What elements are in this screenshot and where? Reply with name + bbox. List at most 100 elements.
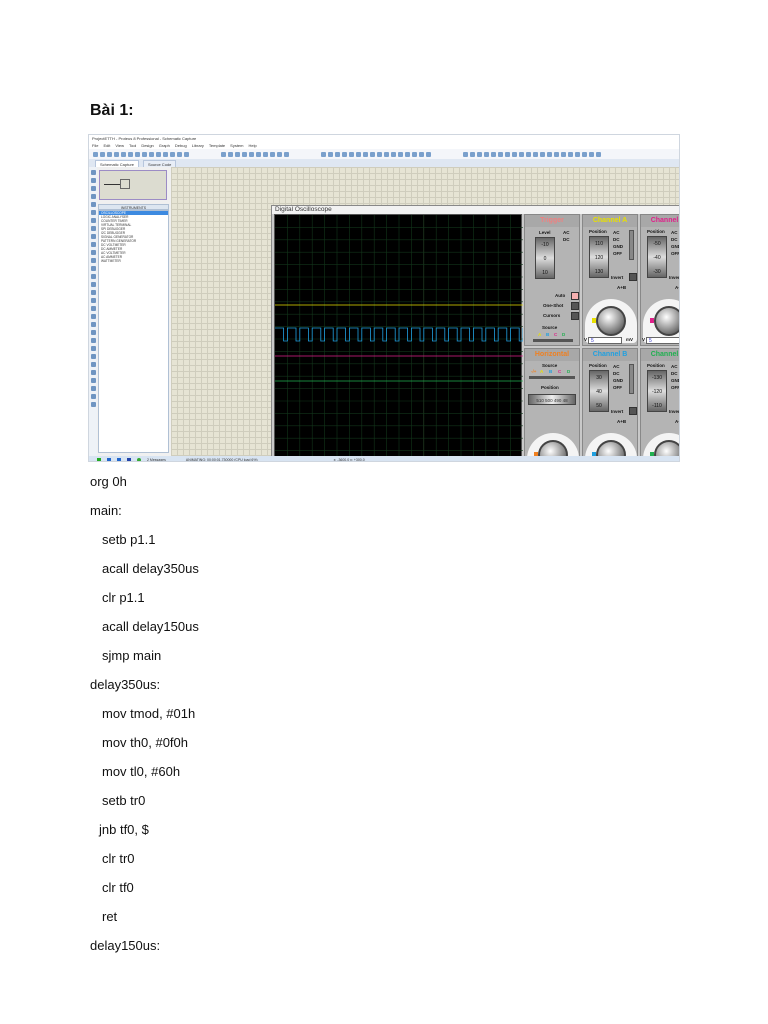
toolbar-button-icon[interactable] <box>533 151 538 157</box>
toolbar-button-icon[interactable] <box>156 151 161 157</box>
toolbar-button-icon[interactable] <box>505 151 510 157</box>
menu-item-template[interactable]: Template <box>209 142 225 149</box>
dial-knob[interactable] <box>596 306 626 336</box>
invert-button[interactable] <box>629 407 637 415</box>
toolbar-button-icon[interactable] <box>242 151 247 157</box>
one-shot-button[interactable] <box>571 302 579 310</box>
menu-item-design[interactable]: Design <box>141 142 153 149</box>
toolbar-button-icon[interactable] <box>470 151 475 157</box>
tool-icon[interactable] <box>90 194 96 199</box>
tool-icon[interactable] <box>90 258 96 263</box>
toolbar-button-icon[interactable] <box>342 151 347 157</box>
toolbar-button-icon[interactable] <box>582 151 587 157</box>
toolbar-button-icon[interactable] <box>412 151 417 157</box>
menu-item-edit[interactable]: Edit <box>103 142 110 149</box>
menu-item-graph[interactable]: Graph <box>159 142 170 149</box>
stop-icon[interactable] <box>127 457 131 461</box>
instruments-list[interactable]: OSCILLOSCOPE LOGIC ANALYSER COUNTER TIMER V… <box>98 210 169 453</box>
toolbar-button-icon[interactable] <box>477 151 482 157</box>
toolbar-button-icon[interactable] <box>249 151 254 157</box>
tool-icon[interactable] <box>90 210 96 215</box>
channel-position-drum[interactable]: -50 -40 -30 <box>647 236 667 278</box>
tool-icon[interactable] <box>90 178 96 183</box>
step-icon[interactable] <box>107 457 111 461</box>
dial-value-input[interactable]: 5 <box>588 337 622 344</box>
tool-icon[interactable] <box>90 394 96 399</box>
toolbar-button-icon[interactable] <box>491 151 496 157</box>
toolbar-button-icon[interactable] <box>484 151 489 157</box>
tab-schematic-capture[interactable]: Schematic Capture <box>95 160 140 167</box>
tool-icon[interactable] <box>90 402 96 407</box>
invert-button[interactable] <box>629 273 637 281</box>
toolbar-button-icon[interactable] <box>128 151 133 157</box>
toolbar-button-icon[interactable] <box>561 151 566 157</box>
tool-icon[interactable] <box>90 186 96 191</box>
tool-icon[interactable] <box>90 290 96 295</box>
instrument-item[interactable]: WATTMETER <box>99 259 168 263</box>
menu-item-library[interactable]: Library <box>192 142 204 149</box>
toolbar-button-icon[interactable] <box>184 151 189 157</box>
overview-preview[interactable] <box>99 170 167 200</box>
toolbar-button-icon[interactable] <box>498 151 503 157</box>
toolbar-button-icon[interactable] <box>349 151 354 157</box>
toolbar-button-icon[interactable] <box>114 151 119 157</box>
menu-item-help[interactable]: Help <box>249 142 257 149</box>
toolbar-button-icon[interactable] <box>363 151 368 157</box>
tool-icon[interactable] <box>90 218 96 223</box>
cursors-button[interactable] <box>571 312 579 320</box>
toolbar-button-icon[interactable] <box>277 151 282 157</box>
auto-button[interactable] <box>571 292 579 300</box>
toolbar-button-icon[interactable] <box>228 151 233 157</box>
tool-icon[interactable] <box>90 322 96 327</box>
toolbar-button-icon[interactable] <box>568 151 573 157</box>
tool-icon[interactable] <box>90 386 96 391</box>
schematic-canvas[interactable]: Digital Oscilloscope Trigger Level -10 0 10 A… <box>171 167 679 461</box>
toolbar-button-icon[interactable] <box>177 151 182 157</box>
menu-item-view[interactable]: View <box>115 142 124 149</box>
tool-icon[interactable] <box>90 202 96 207</box>
trigger-level-drum[interactable]: -10 0 10 <box>535 237 555 279</box>
tool-icon[interactable] <box>90 242 96 247</box>
tab-source-code[interactable]: Source Code <box>143 160 177 167</box>
toolbar-button-icon[interactable] <box>463 151 468 157</box>
toolbar-button-icon[interactable] <box>142 151 147 157</box>
toolbar-button-icon[interactable] <box>284 151 289 157</box>
menu-item-debug[interactable]: Debug <box>175 142 187 149</box>
tool-icon[interactable] <box>90 234 96 239</box>
play-icon[interactable] <box>97 457 101 461</box>
tool-icon[interactable] <box>90 250 96 255</box>
channel-position-drum[interactable]: -130 -120 -110 <box>647 370 667 412</box>
tool-icon[interactable] <box>90 338 96 343</box>
coupling-slider[interactable] <box>629 364 634 394</box>
toolbar-button-icon[interactable] <box>149 151 154 157</box>
toolbar-button-icon[interactable] <box>512 151 517 157</box>
toolbar-button-icon[interactable] <box>405 151 410 157</box>
toolbar-button-icon[interactable] <box>270 151 275 157</box>
toolbar-button-icon[interactable] <box>398 151 403 157</box>
tool-icon[interactable] <box>90 354 96 359</box>
toolbar-button-icon[interactable] <box>170 151 175 157</box>
toolbar-button-icon[interactable] <box>107 151 112 157</box>
tool-icon[interactable] <box>90 266 96 271</box>
toolbar-button-icon[interactable] <box>391 151 396 157</box>
toolbar-button-icon[interactable] <box>419 151 424 157</box>
trigger-source-slider[interactable] <box>533 339 573 342</box>
toolbar-button-icon[interactable] <box>519 151 524 157</box>
tool-icon[interactable] <box>90 378 96 383</box>
toolbar-button-icon[interactable] <box>384 151 389 157</box>
toolbar-button-icon[interactable] <box>221 151 226 157</box>
toolbar-button-icon[interactable] <box>547 151 552 157</box>
toolbar-button-icon[interactable] <box>589 151 594 157</box>
tool-icon[interactable] <box>90 314 96 319</box>
tool-icon[interactable] <box>90 330 96 335</box>
menu-item-system[interactable]: System <box>230 142 243 149</box>
toolbar-button-icon[interactable] <box>575 151 580 157</box>
toolbar-button-icon[interactable] <box>328 151 333 157</box>
tool-icon[interactable] <box>90 306 96 311</box>
toolbar-button-icon[interactable] <box>426 151 431 157</box>
toolbar-button-icon[interactable] <box>100 151 105 157</box>
toolbar-button-icon[interactable] <box>356 151 361 157</box>
toolbar-button-icon[interactable] <box>540 151 545 157</box>
tool-icon[interactable] <box>90 362 96 367</box>
toolbar-button-icon[interactable] <box>135 151 140 157</box>
